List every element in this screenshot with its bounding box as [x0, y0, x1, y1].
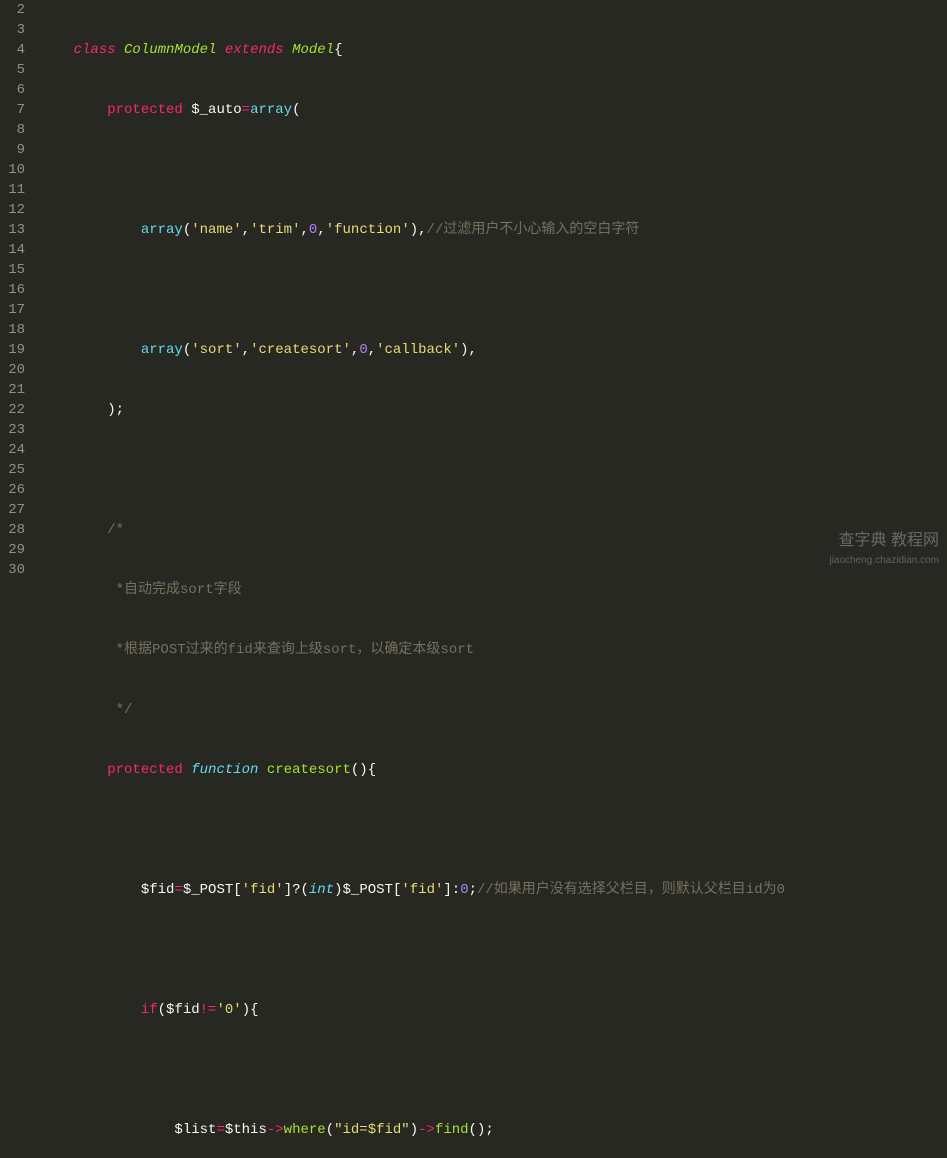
line-number: 11 — [5, 180, 25, 200]
line-number: 22 — [5, 400, 25, 420]
line-number: 21 — [5, 380, 25, 400]
line-number: 18 — [5, 320, 25, 340]
line-number: 8 — [5, 120, 25, 140]
code-line: if($fid!='0'){ — [40, 1000, 947, 1020]
code-line: array('sort','createsort',0,'callback'), — [40, 340, 947, 360]
code-line — [40, 280, 947, 300]
comment-block: *自动完成sort字段 — [107, 582, 241, 598]
line-number: 19 — [5, 340, 25, 360]
line-number: 29 — [5, 540, 25, 560]
code-line — [40, 820, 947, 840]
line-number: 23 — [5, 420, 25, 440]
line-number: 25 — [5, 460, 25, 480]
line-number: 6 — [5, 80, 25, 100]
line-number: 30 — [5, 560, 25, 580]
line-number: 5 — [5, 60, 25, 80]
code-line: /* — [40, 520, 947, 540]
code-line: array('name','trim',0,'function'),//过滤用户… — [40, 220, 947, 240]
line-number: 14 — [5, 240, 25, 260]
keyword-class: class — [74, 42, 116, 58]
line-number: 27 — [5, 500, 25, 520]
comment: //过滤用户不小心输入的空白字符 — [427, 222, 640, 238]
line-number: 20 — [5, 360, 25, 380]
comment: //如果用户没有选择父栏目，则默认父栏目id为0 — [477, 882, 785, 898]
keyword-protected: protected — [107, 102, 183, 118]
code-line: protected $_auto=array( — [40, 100, 947, 120]
code-line: *自动完成sort字段 — [40, 580, 947, 600]
line-number: 2 — [5, 0, 25, 20]
code-content[interactable]: class ColumnModel extends Model{ protect… — [35, 0, 947, 1158]
comment-block: /* — [107, 522, 124, 538]
line-number: 12 — [5, 200, 25, 220]
line-number-gutter: 2345678910111213141516171819202122232425… — [0, 0, 35, 1158]
line-number: 15 — [5, 260, 25, 280]
code-line — [40, 460, 947, 480]
line-number: 7 — [5, 100, 25, 120]
code-line — [40, 1060, 947, 1080]
class-name: ColumnModel — [124, 42, 216, 58]
comment-block: *根据POST过来的fid来查询上级sort，以确定本级sort — [107, 642, 474, 658]
line-number: 26 — [5, 480, 25, 500]
line-number: 10 — [5, 160, 25, 180]
parent-class: Model — [292, 42, 334, 58]
code-line: *根据POST过来的fid来查询上级sort，以确定本级sort — [40, 640, 947, 660]
line-number: 3 — [5, 20, 25, 40]
code-line: $list=$this->where("id=$fid")->find(); — [40, 1120, 947, 1140]
line-number: 28 — [5, 520, 25, 540]
code-line: */ — [40, 700, 947, 720]
comment-block: */ — [107, 702, 132, 718]
keyword-extends: extends — [225, 42, 284, 58]
code-line: protected function createsort(){ — [40, 760, 947, 780]
line-number: 16 — [5, 280, 25, 300]
line-number: 17 — [5, 300, 25, 320]
keyword-if: if — [141, 1002, 158, 1018]
code-line: ); — [40, 400, 947, 420]
line-number: 4 — [5, 40, 25, 60]
code-line — [40, 940, 947, 960]
keyword-function: function — [191, 762, 258, 778]
code-line: class ColumnModel extends Model{ — [40, 40, 947, 60]
line-number: 9 — [5, 140, 25, 160]
line-number: 24 — [5, 440, 25, 460]
code-line — [40, 160, 947, 180]
line-number: 13 — [5, 220, 25, 240]
function-name: createsort — [267, 762, 351, 778]
keyword-protected: protected — [107, 762, 183, 778]
code-line: $fid=$_POST['fid']?(int)$_POST['fid']:0;… — [40, 880, 947, 900]
code-editor: 2345678910111213141516171819202122232425… — [0, 0, 947, 1158]
